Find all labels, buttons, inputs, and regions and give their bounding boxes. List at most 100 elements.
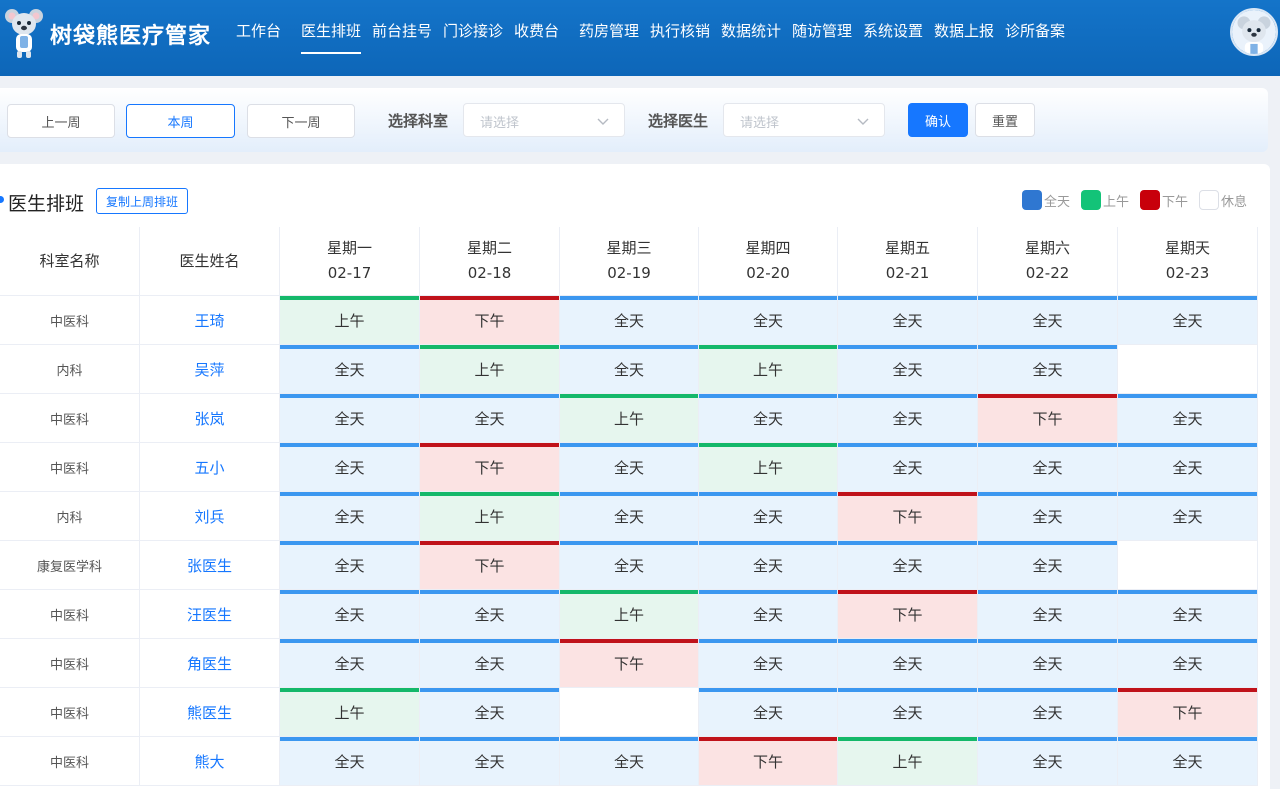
shift-cell-full[interactable]: 全天 — [1118, 394, 1258, 443]
shift-cell-full[interactable]: 全天 — [978, 590, 1118, 639]
shift-cell-full[interactable]: 全天 — [978, 443, 1118, 492]
shift-cell-full[interactable]: 全天 — [838, 394, 978, 443]
shift-cell-full[interactable]: 全天 — [280, 737, 420, 786]
shift-cell-full[interactable]: 全天 — [280, 590, 420, 639]
shift-cell-full[interactable]: 全天 — [420, 737, 560, 786]
nav-item-follow-up[interactable]: 随访管理 — [792, 20, 852, 42]
doctor-name-link[interactable]: 刘兵 — [140, 492, 280, 541]
shift-cell-full[interactable]: 全天 — [699, 394, 838, 443]
shift-cell-full[interactable]: 全天 — [978, 639, 1118, 688]
doctor-select[interactable]: 请选择 — [723, 103, 885, 137]
shift-cell-am[interactable]: 上午 — [420, 492, 560, 541]
shift-cell-full[interactable]: 全天 — [1118, 737, 1258, 786]
dept-select[interactable]: 请选择 — [463, 103, 625, 137]
user-avatar[interactable] — [1230, 8, 1278, 56]
shift-cell-full[interactable]: 全天 — [978, 345, 1118, 394]
nav-item-outpatient-reception[interactable]: 门诊接诊 — [443, 20, 503, 42]
nav-item-front-desk-registration[interactable]: 前台挂号 — [372, 20, 432, 42]
shift-cell-pm[interactable]: 下午 — [838, 492, 978, 541]
shift-cell-full[interactable]: 全天 — [280, 394, 420, 443]
shift-cell-full[interactable]: 全天 — [280, 492, 420, 541]
shift-cell-full[interactable]: 全天 — [1118, 492, 1258, 541]
shift-cell-pm[interactable]: 下午 — [420, 443, 560, 492]
shift-cell-full[interactable]: 全天 — [978, 541, 1118, 590]
shift-cell-full[interactable]: 全天 — [699, 492, 838, 541]
shift-cell-pm[interactable]: 下午 — [1118, 688, 1258, 737]
shift-cell-am[interactable]: 上午 — [280, 688, 420, 737]
nav-item-data-report[interactable]: 数据上报 — [934, 20, 994, 42]
shift-cell-full[interactable]: 全天 — [280, 345, 420, 394]
shift-cell-full[interactable]: 全天 — [560, 492, 699, 541]
confirm-button[interactable]: 确认 — [908, 103, 968, 137]
shift-cell-am[interactable]: 上午 — [699, 345, 838, 394]
shift-cell-pm[interactable]: 下午 — [978, 394, 1118, 443]
this-week-button[interactable]: 本周 — [126, 104, 235, 138]
shift-cell-am[interactable]: 上午 — [560, 590, 699, 639]
shift-cell-full[interactable]: 全天 — [1118, 296, 1258, 345]
doctor-name-link[interactable]: 汪医生 — [140, 590, 280, 639]
shift-cell-full[interactable]: 全天 — [699, 296, 838, 345]
nav-item-system-settings[interactable]: 系统设置 — [863, 20, 923, 42]
prev-week-button[interactable]: 上一周 — [7, 104, 115, 138]
shift-cell-am[interactable]: 上午 — [280, 296, 420, 345]
shift-cell-full[interactable]: 全天 — [699, 590, 838, 639]
shift-cell-full[interactable]: 全天 — [978, 688, 1118, 737]
shift-cell-full[interactable]: 全天 — [1118, 590, 1258, 639]
shift-cell-am[interactable]: 上午 — [699, 443, 838, 492]
shift-cell-full[interactable]: 全天 — [838, 296, 978, 345]
shift-cell-full[interactable]: 全天 — [978, 296, 1118, 345]
doctor-name-link[interactable]: 王琦 — [140, 296, 280, 345]
shift-cell-full[interactable]: 全天 — [1118, 443, 1258, 492]
shift-cell-full[interactable]: 全天 — [838, 688, 978, 737]
shift-cell-full[interactable]: 全天 — [560, 737, 699, 786]
shift-cell-pm[interactable]: 下午 — [420, 296, 560, 345]
nav-item-statistics[interactable]: 数据统计 — [721, 20, 781, 42]
shift-cell-full[interactable]: 全天 — [978, 492, 1118, 541]
shift-cell-full[interactable]: 全天 — [420, 394, 560, 443]
shift-cell-full[interactable]: 全天 — [420, 688, 560, 737]
shift-cell-pm[interactable]: 下午 — [420, 541, 560, 590]
shift-cell-full[interactable]: 全天 — [560, 345, 699, 394]
shift-cell-full[interactable]: 全天 — [838, 443, 978, 492]
doctor-name-link[interactable]: 张医生 — [140, 541, 280, 590]
shift-cell-am[interactable]: 上午 — [420, 345, 560, 394]
shift-cell-full[interactable]: 全天 — [280, 639, 420, 688]
nav-item-cashier[interactable]: 收费台 — [514, 20, 559, 42]
shift-cell-rest[interactable] — [1118, 345, 1258, 394]
shift-cell-full[interactable]: 全天 — [838, 541, 978, 590]
shift-cell-full[interactable]: 全天 — [560, 443, 699, 492]
shift-cell-full[interactable]: 全天 — [978, 737, 1118, 786]
shift-cell-full[interactable]: 全天 — [280, 443, 420, 492]
shift-cell-rest[interactable] — [560, 688, 699, 737]
doctor-name-link[interactable]: 五小 — [140, 443, 280, 492]
nav-item-execution-writeoff[interactable]: 执行核销 — [650, 20, 710, 42]
doctor-name-link[interactable]: 熊大 — [140, 737, 280, 786]
shift-cell-pm[interactable]: 下午 — [838, 590, 978, 639]
shift-cell-full[interactable]: 全天 — [560, 296, 699, 345]
nav-item-pharmacy[interactable]: 药房管理 — [579, 20, 639, 42]
shift-cell-full[interactable]: 全天 — [280, 541, 420, 590]
nav-item-clinic-filing[interactable]: 诊所备案 — [1005, 20, 1065, 42]
shift-cell-rest[interactable] — [1118, 541, 1258, 590]
doctor-name-link[interactable]: 张岚 — [140, 394, 280, 443]
shift-cell-pm[interactable]: 下午 — [699, 737, 838, 786]
doctor-name-link[interactable]: 熊医生 — [140, 688, 280, 737]
shift-cell-full[interactable]: 全天 — [420, 639, 560, 688]
shift-cell-pm[interactable]: 下午 — [560, 639, 699, 688]
doctor-name-link[interactable]: 吴萍 — [140, 345, 280, 394]
nav-item-workbench[interactable]: 工作台 — [236, 20, 281, 42]
shift-cell-full[interactable]: 全天 — [699, 688, 838, 737]
shift-cell-full[interactable]: 全天 — [1118, 639, 1258, 688]
reset-button[interactable]: 重置 — [975, 103, 1035, 137]
shift-cell-full[interactable]: 全天 — [699, 639, 838, 688]
doctor-name-link[interactable]: 角医生 — [140, 639, 280, 688]
copy-last-week-button[interactable]: 复制上周排班 — [96, 188, 188, 214]
shift-cell-full[interactable]: 全天 — [420, 590, 560, 639]
shift-cell-full[interactable]: 全天 — [699, 541, 838, 590]
shift-cell-full[interactable]: 全天 — [838, 639, 978, 688]
next-week-button[interactable]: 下一周 — [247, 104, 355, 138]
shift-cell-full[interactable]: 全天 — [560, 541, 699, 590]
shift-cell-am[interactable]: 上午 — [560, 394, 699, 443]
nav-item-doctor-schedule[interactable]: 医生排班 — [301, 20, 362, 54]
shift-cell-full[interactable]: 全天 — [838, 345, 978, 394]
